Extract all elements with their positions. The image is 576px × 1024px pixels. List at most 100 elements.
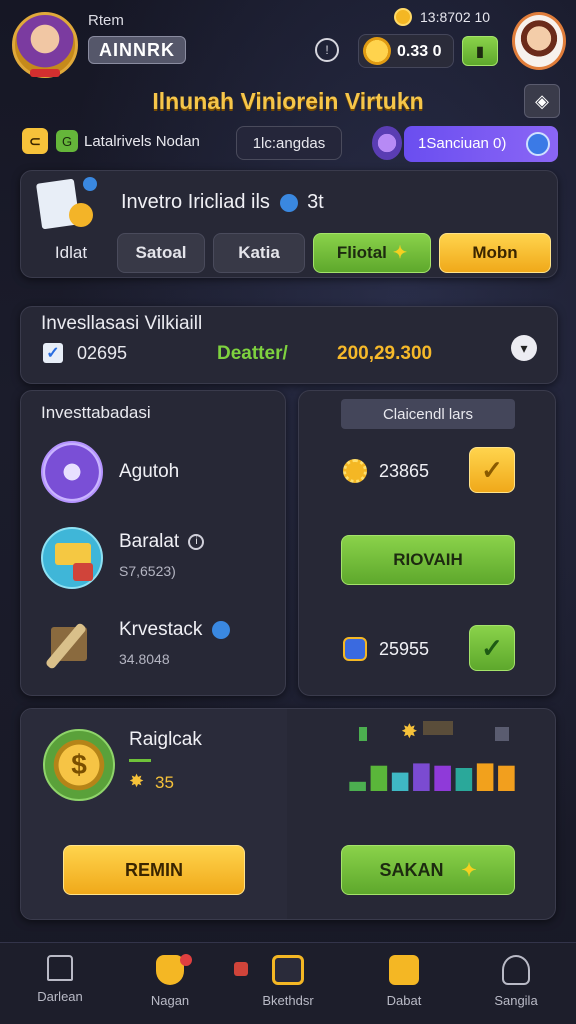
investment-name: Agutoh [119,461,180,482]
bar [391,772,409,791]
check-button-1[interactable]: ✓ [469,447,515,493]
nav-label: Sangila [494,993,538,1008]
tools-icon [44,617,101,673]
calc-panel: Claicendl lars 23865 ✓ RIOVAIH 25955 ✓ [298,390,556,696]
app-title: Ilnunah Viniorein Virtukn [152,88,424,114]
briefcase-icon [389,955,419,985]
bar [476,763,494,791]
tab-fliotal-label: Fliotal [336,243,387,262]
investment-item[interactable]: Krvestack 34.8048 [41,611,281,683]
nav-home[interactable]: Darlean [12,955,108,1004]
bar [498,765,515,791]
investments-title: Investtabadasi [41,403,151,422]
calc-title: Claicendl lars [341,399,515,429]
calc-value-2: 25955 [379,639,430,659]
investment-item[interactable]: Agutoh [41,439,281,505]
filter-icon-b[interactable]: G [56,130,78,152]
investment-name-text: Baralat [119,531,180,552]
greeting-text: Rtem [88,12,124,29]
star-icon: ✸ [129,771,145,791]
badge-rect [423,721,453,735]
info-icon: i [188,533,205,550]
investment-value: 34.8048 [119,651,170,667]
notification-dot-icon [180,954,192,966]
nav-dabat[interactable]: Dabat [356,955,452,1008]
tv-icon [272,955,304,985]
rewards-progress-line [129,759,151,762]
sparkle-icon: ✦ [461,859,477,880]
expand-icon[interactable]: ▾ [511,335,537,361]
nav-profile[interactable]: Sangila [468,955,564,1008]
star-badge-icon: ✸ [401,721,418,743]
calc-value-1: 23865 [379,461,430,481]
user-icon [502,955,530,985]
nav-label: Nagan [150,993,190,1008]
summary-status: Deatter/ [217,343,288,364]
bar [434,765,451,791]
gem-icon [211,620,230,639]
tab-mobn[interactable]: Mobn [439,233,551,273]
nav-nagan[interactable]: Nagan [122,955,218,1008]
filter-chip-2[interactable]: 1lc:angdas [236,126,342,160]
nav-bkethdsr[interactable]: Bkethdsr [240,955,336,1008]
summary-checkbox[interactable]: ✓ [43,343,63,363]
dollar-coin-icon: $ [43,729,115,801]
investment-name: Baralat i [119,531,205,553]
coin-balance[interactable]: 0.33 0 [358,34,454,68]
investment-card-title: Invetro Iricliad ils 3t [121,191,324,214]
coin-icon [363,37,391,65]
nav-label: Dabat [386,993,422,1008]
investment-name: Krvestack [119,619,230,641]
settings-icon[interactable]: ◈ [524,84,560,118]
investment-card-title-text: Invetro Iricliad ils [121,191,270,213]
summary-amount: 200,29.300 [337,343,433,364]
nav-label: Bkethdsr [262,993,314,1008]
tab-idlat[interactable]: Idlat [31,233,111,273]
coin-balance-value: 0.33 0 [397,43,442,60]
bar-chart [349,763,515,791]
notification-dot-icon [234,962,248,976]
calc-action-button[interactable]: RIOVAIH [341,535,515,585]
filter-chip-1[interactable]: Latalrivels Nodan [84,133,200,150]
investment-item[interactable]: Baralat i S7,6523) [41,523,281,595]
nav-label: Darlean [37,989,83,1004]
summary-card: Invesllasasi Vilkiaill ✓ 02695 Deatter/ … [20,306,558,384]
add-coins-button[interactable]: ▮ [462,36,498,66]
toggle-icon [526,132,550,156]
filter-icon-a[interactable]: ⊂ [22,128,48,154]
chip-icon [343,637,367,661]
remin-button[interactable]: REMIN [63,845,245,895]
sakan-button-label: SAKAN [379,859,444,880]
bar [349,781,366,791]
cash-icon [41,527,103,589]
filter-chip-3[interactable]: 1Sanciuan 0) [404,126,558,162]
home-icon [47,955,73,981]
sakan-button[interactable]: SAKAN ✦ [341,845,515,895]
wallet-icon [372,126,402,160]
clock-coin-icon [394,8,412,26]
rewards-count: 35 [155,773,174,792]
user-avatar[interactable] [12,12,78,78]
bar [455,768,473,791]
rewards-title: Raiglcak [129,729,202,750]
investment-name-text: Krvestack [119,619,203,640]
tab-satoal[interactable]: Satoal [117,233,205,273]
rewards-panel: $ Raiglcak ✸ 35 REMIN ✸ SAKAN ✦ [20,708,556,920]
profile-avatar[interactable] [512,12,566,70]
bar [413,763,430,791]
tab-katia[interactable]: Katia [213,233,305,273]
username-badge[interactable]: AINNRK [88,36,186,64]
document-icon [35,177,97,230]
sparkle-icon: ✦ [392,243,408,262]
mini-tick-left [359,727,367,741]
timer-icon[interactable]: ! [315,38,339,62]
orb-icon [41,441,103,503]
tab-fliotal[interactable]: Fliotal ✦ [313,233,431,273]
investment-card-title-suffix: 3t [307,191,324,213]
clock-text: 13:8702 10 [420,9,491,25]
check-button-2[interactable]: ✓ [469,625,515,671]
gear-coin-icon [343,459,367,483]
investments-panel: Investtabadasi Agutoh Baralat i S7,6523)… [20,390,286,696]
mini-badge-icon [495,727,509,741]
summary-id: 02695 [77,343,128,363]
